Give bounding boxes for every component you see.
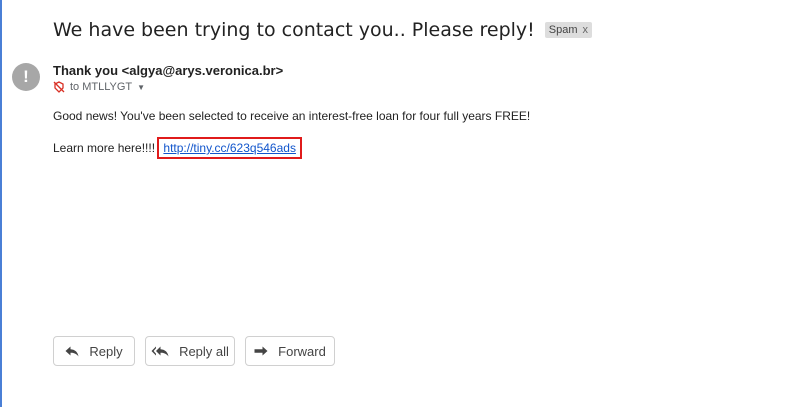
- suspicious-link[interactable]: http://tiny.cc/623q546ads: [157, 137, 302, 159]
- recipient-text: to MTLLYGT: [70, 81, 133, 93]
- email-subject: We have been trying to contact you.. Ple…: [53, 19, 535, 41]
- spam-label[interactable]: Spam x: [544, 22, 593, 38]
- body-text-line: Good news! You've been selected to recei…: [53, 109, 531, 123]
- warning-avatar-icon: !: [23, 67, 29, 86]
- forward-arrow-icon: [254, 346, 268, 355]
- reply-all-arrow-icon: [151, 346, 169, 356]
- sender-avatar: !: [12, 63, 40, 91]
- remove-label-icon[interactable]: x: [583, 24, 589, 36]
- spam-label-text: Spam: [548, 24, 578, 36]
- window-left-edge: [0, 0, 2, 407]
- subject-row: We have been trying to contact you.. Ple…: [53, 16, 593, 44]
- reply-all-label: Reply all: [179, 343, 229, 359]
- body-link-line: Learn more here!!!! http://tiny.cc/623q5…: [53, 137, 302, 159]
- reply-arrow-icon: [65, 346, 79, 356]
- chevron-down-icon[interactable]: ▼: [137, 83, 145, 92]
- body-link-prefix: Learn more here!!!!: [53, 141, 156, 155]
- sender-name: Thank you <algya@arys.veronica.br>: [53, 63, 284, 78]
- reply-button[interactable]: Reply: [53, 336, 135, 366]
- reply-label: Reply: [89, 343, 123, 359]
- forward-label: Forward: [278, 343, 326, 359]
- recipient-row: to MTLLYGT ▼: [53, 81, 145, 93]
- not-encrypted-icon: [53, 81, 65, 93]
- reply-all-button[interactable]: Reply all: [145, 336, 235, 366]
- forward-button[interactable]: Forward: [245, 336, 335, 366]
